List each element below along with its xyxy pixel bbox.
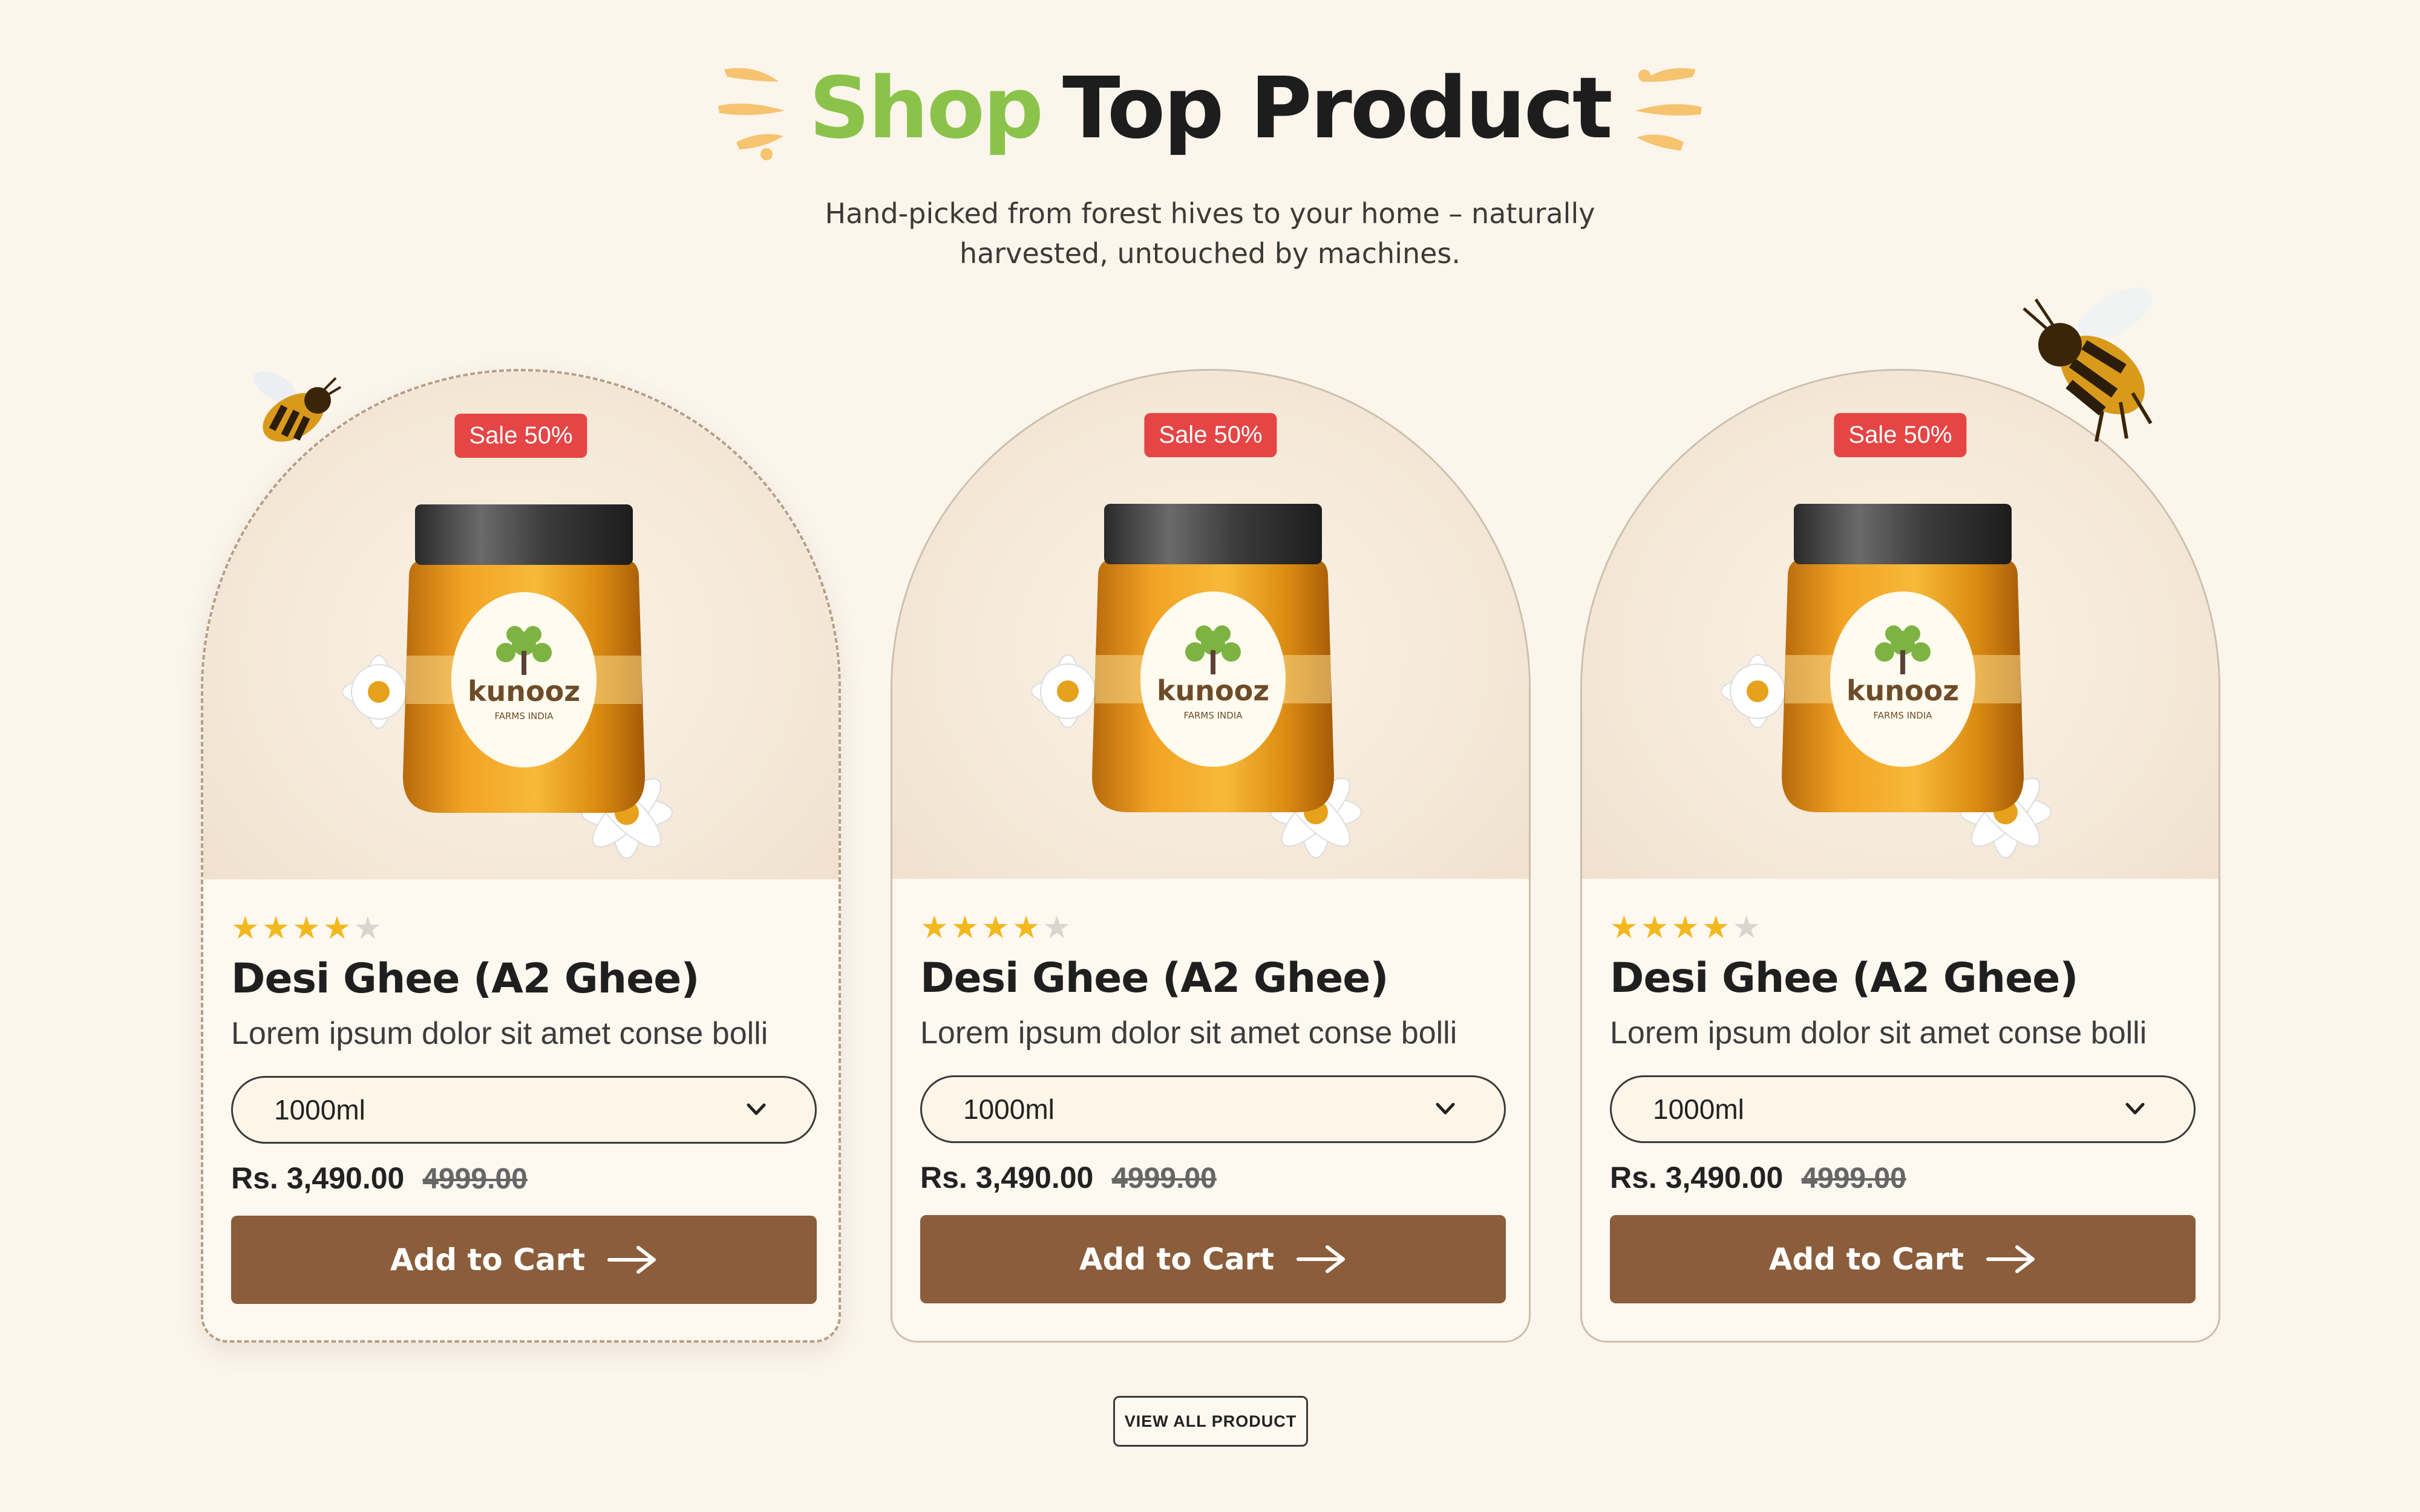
arrow-right-icon <box>1986 1245 2035 1273</box>
star-icon: ★ <box>292 911 321 946</box>
star-icon: ★ <box>261 911 290 946</box>
section-header: Shop Top Product <box>0 57 2420 160</box>
star-icon: ★ <box>322 911 352 946</box>
price-row: Rs. 3,490.00 4999.00 <box>920 1160 1217 1195</box>
star-icon: ★ <box>1012 910 1041 945</box>
section-subtitle: Hand-picked from forest hives to your ho… <box>825 197 1595 270</box>
chevron-down-icon <box>2125 1103 2145 1115</box>
add-to-cart-label: Add to Cart <box>1768 1242 1964 1277</box>
sale-badge: Sale 50% <box>1144 413 1277 457</box>
star-icon: ★ <box>1701 910 1730 945</box>
honey-jar-image <box>1032 492 1395 867</box>
star-icon: ★ <box>1640 910 1669 945</box>
sale-badge: Sale 50% <box>1834 413 1967 457</box>
product-price: Rs. 3,490.00 <box>231 1161 405 1195</box>
product-price: Rs. 3,490.00 <box>1610 1161 1784 1194</box>
product-title[interactable]: Desi Ghee (A2 Ghee) <box>920 954 1388 1002</box>
chevron-down-icon <box>747 1103 766 1115</box>
rating-stars: ★ ★ ★ ★ ★ <box>920 912 1071 943</box>
product-title[interactable]: Desi Ghee (A2 Ghee) <box>231 955 699 1003</box>
product-description: Lorem ipsum dolor sit amet conse bolli <box>231 1016 768 1051</box>
chevron-down-icon <box>1436 1103 1455 1115</box>
original-price: 4999.00 <box>422 1163 528 1195</box>
honey-jar-image <box>1721 492 2084 867</box>
star-icon: ★ <box>920 910 949 945</box>
star-empty-icon: ★ <box>1042 910 1071 945</box>
add-to-cart-button[interactable]: Add to Cart <box>1610 1215 2196 1303</box>
star-icon: ★ <box>950 910 979 945</box>
splash-left-icon <box>718 68 785 160</box>
star-empty-icon: ★ <box>1732 910 1761 945</box>
product-title[interactable]: Desi Ghee (A2 Ghee) <box>1610 954 2078 1002</box>
bee-icon <box>253 371 342 442</box>
product-description: Lorem ipsum dolor sit amet conse bolli <box>920 1015 1457 1051</box>
splash-right-icon <box>1635 68 1702 151</box>
view-all-products-button[interactable]: VIEW ALL PRODUCT <box>1113 1396 1308 1447</box>
add-to-cart-label: Add to Cart <box>390 1242 586 1277</box>
size-select[interactable]: 1000ml <box>1610 1075 2196 1143</box>
title-highlight: Shop <box>809 59 1044 158</box>
original-price: 4999.00 <box>1111 1162 1217 1194</box>
price-row: Rs. 3,490.00 4999.00 <box>1610 1160 1906 1195</box>
original-price: 4999.00 <box>1801 1162 1906 1194</box>
size-select-value: 1000ml <box>1653 1093 1744 1125</box>
arrow-right-icon <box>607 1246 656 1274</box>
page-title: Shop Top Product <box>809 59 1613 158</box>
price-row: Rs. 3,490.00 4999.00 <box>231 1161 528 1196</box>
product-card[interactable]: Sale 50% ★ ★ ★ ★ ★ Desi Ghee (A2 Ghee) L… <box>891 369 1531 1343</box>
star-icon: ★ <box>981 910 1010 945</box>
size-select[interactable]: 1000ml <box>920 1075 1506 1143</box>
add-to-cart-button[interactable]: Add to Cart <box>231 1216 817 1304</box>
star-icon: ★ <box>231 911 260 946</box>
star-icon: ★ <box>1671 910 1699 945</box>
add-to-cart-label: Add to Cart <box>1079 1242 1275 1277</box>
arrow-right-icon <box>1297 1245 1346 1273</box>
size-select[interactable]: 1000ml <box>231 1076 817 1144</box>
rating-stars: ★ ★ ★ ★ ★ <box>231 913 382 944</box>
size-select-value: 1000ml <box>274 1094 365 1126</box>
title-rest: Top Product <box>1062 59 1613 158</box>
product-card[interactable]: Sale 50% ★ ★ ★ ★ ★ Desi Ghee (A2 Ghee) L… <box>1580 369 2220 1343</box>
honey-jar-image <box>342 492 705 867</box>
bee-icon <box>2023 287 2153 442</box>
star-empty-icon: ★ <box>353 911 382 946</box>
product-price: Rs. 3,490.00 <box>920 1161 1094 1194</box>
size-select-value: 1000ml <box>963 1093 1055 1125</box>
product-description: Lorem ipsum dolor sit amet conse bolli <box>1610 1015 2147 1051</box>
sale-badge: Sale 50% <box>454 414 587 458</box>
product-card[interactable]: Sale 50% ★ ★ ★ ★ ★ Desi Ghee (A2 Ghee) L… <box>201 369 841 1343</box>
rating-stars: ★ ★ ★ ★ ★ <box>1610 912 1761 943</box>
star-icon: ★ <box>1610 910 1638 945</box>
add-to-cart-button[interactable]: Add to Cart <box>920 1215 1506 1303</box>
